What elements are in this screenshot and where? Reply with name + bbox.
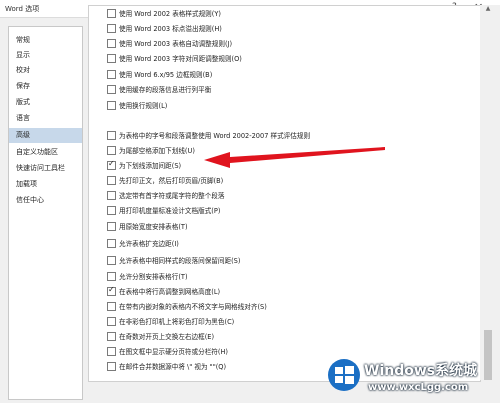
option-row[interactable]: 使用 Word 2002 表格样式规则(Y) (89, 6, 480, 20)
option-label: 允许表格扩充边距(I) (119, 240, 179, 248)
option-checkbox[interactable] (107, 191, 116, 200)
sidebar-item-language[interactable]: 语言 (9, 111, 82, 126)
option-label: 在非彩色打印机上将彩色打印为黑色(C) (119, 318, 235, 326)
sidebar-item-save[interactable]: 保存 (9, 79, 82, 94)
option-label: 在表格中将行高调整到网格高度(L) (119, 288, 221, 296)
option-checkbox[interactable] (107, 9, 116, 18)
option-checkbox[interactable] (107, 24, 116, 33)
option-label: 先打印正文，然后打印页眉/页脚(B) (119, 177, 224, 185)
option-row[interactable]: 用打印机度量标准设计文档版式(P) (89, 203, 480, 217)
option-row[interactable]: 在奇数对开页上交换左右边框(E) (89, 329, 480, 343)
option-checkbox[interactable] (107, 347, 116, 356)
option-row[interactable]: 为下划线添加间距(S) (89, 158, 480, 172)
option-label: 在图文框中显示硬分页符或分栏符(H) (119, 348, 229, 356)
option-row[interactable]: 使用 Word 6.x/95 边框规则(B) (89, 67, 480, 81)
option-label: 为表格中的字号和段落调整使用 Word 2002-2007 样式评估规则 (119, 132, 311, 140)
option-checkbox[interactable] (107, 317, 116, 326)
option-label: 为尾部空格添加下划线(U) (119, 147, 195, 155)
option-label: 使用缓存的段落信息进行列平衡 (119, 86, 212, 94)
option-row[interactable]: 允许表格扩充边距(I) (89, 236, 480, 250)
category-sidebar: 常规 显示 校对 保存 版式 语言 高级 自定义功能区 快速访问工具栏 加载项 … (8, 26, 83, 400)
option-label: 使用换行规则(L) (119, 102, 168, 110)
sidebar-item-layout[interactable]: 版式 (9, 95, 82, 110)
option-checkbox[interactable] (107, 285, 116, 296)
option-row[interactable]: 先打印正文，然后打印页眉/页脚(B) (89, 173, 480, 187)
option-checkbox[interactable] (107, 101, 116, 110)
sidebar-item-label: 校对 (16, 66, 30, 74)
watermark-url: www.wxcLgg.com (368, 382, 469, 393)
option-row[interactable]: 使用 Word 2003 字符对间距调整规则(O) (89, 51, 480, 65)
option-label: 在奇数对开页上交换左右边框(E) (119, 333, 215, 341)
option-checkbox[interactable] (107, 85, 116, 94)
sidebar-item-trust-center[interactable]: 信任中心 (9, 193, 82, 208)
sidebar-item-label: 自定义功能区 (16, 148, 58, 156)
windows-logo-icon (328, 359, 360, 391)
sidebar-item-quick-access-toolbar[interactable]: 快速访问工具栏 (9, 161, 82, 176)
sidebar-item-label: 快速访问工具栏 (16, 164, 65, 172)
option-checkbox[interactable] (107, 131, 116, 140)
sidebar-item-label: 语言 (16, 114, 30, 122)
option-checkbox[interactable] (107, 206, 116, 215)
sidebar-item-add-ins[interactable]: 加载项 (9, 177, 82, 192)
sidebar-item-label: 高级 (16, 131, 30, 139)
option-row[interactable]: 使用 Word 2003 表格自动调整规则(J) (89, 36, 480, 50)
option-label: 用原始宽度安排表格(T) (119, 223, 188, 231)
option-row-underline-trailing-spaces[interactable]: 为尾部空格添加下划线(U) (89, 143, 480, 157)
option-row[interactable]: 使用 Word 2003 标点溢出规则(H) (89, 21, 480, 35)
option-checkbox[interactable] (107, 239, 116, 248)
option-checkbox[interactable] (107, 39, 116, 48)
option-label: 在带有内嵌对象的表格内不将文字与网格线对齐(S) (119, 303, 267, 311)
option-row[interactable]: 为表格中的字号和段落调整使用 Word 2002-2007 样式评估规则 (89, 128, 480, 142)
option-checkbox[interactable] (107, 159, 116, 170)
option-label: 选定带有首字符或尾字符的整个段落 (119, 192, 225, 200)
option-checkbox[interactable] (107, 146, 116, 155)
sidebar-item-proofing[interactable]: 校对 (9, 63, 82, 78)
sidebar-item-label: 信任中心 (16, 196, 44, 204)
sidebar-item-advanced[interactable]: 高级 (9, 128, 82, 143)
scroll-up-arrow-icon[interactable]: ▲ (482, 5, 494, 15)
option-row[interactable]: 使用缓存的段落信息进行列平衡 (89, 82, 480, 96)
scrollbar-track[interactable] (483, 18, 493, 358)
sidebar-item-general[interactable]: 常规 (9, 33, 82, 48)
sidebar-item-label: 版式 (16, 98, 30, 106)
option-label: 允许表格中相同样式的段落间保留间距(S) (119, 257, 241, 265)
advanced-options-panel: 使用 Word 2002 表格样式规则(Y) 使用 Word 2003 标点溢出… (88, 5, 481, 382)
option-checkbox[interactable] (107, 222, 116, 231)
option-checkbox[interactable] (107, 362, 116, 371)
option-label: 允许分割安排表格行(T) (119, 273, 188, 281)
option-label: 用打印机度量标准设计文档版式(P) (119, 207, 221, 215)
scrollbar-thumb[interactable] (484, 330, 492, 380)
option-row[interactable]: 允许表格中相同样式的段落间保留间距(S) (89, 253, 480, 267)
sidebar-item-label: 加载项 (16, 180, 37, 188)
watermark-title: Windows系统城 (364, 363, 478, 379)
option-label: 使用 Word 2003 表格自动调整规则(J) (119, 40, 233, 48)
option-label: 使用 Word 6.x/95 边框规则(B) (119, 71, 213, 79)
option-checkbox[interactable] (107, 70, 116, 79)
option-label: 使用 Word 2003 字符对间距调整规则(O) (119, 55, 242, 63)
sidebar-item-label: 显示 (16, 51, 30, 59)
option-checkbox[interactable] (107, 272, 116, 281)
option-label: 在邮件合并数据源中将 \" 视为 ""(Q) (119, 363, 227, 371)
window-title: Word 选项 (5, 5, 40, 13)
option-row[interactable]: 在非彩色打印机上将彩色打印为黑色(C) (89, 314, 480, 328)
option-label: 为下划线添加间距(S) (119, 162, 182, 170)
option-label: 使用 Word 2002 表格样式规则(Y) (119, 10, 221, 18)
option-row[interactable]: 在图文框中显示硬分页符或分栏符(H) (89, 344, 480, 358)
option-label: 使用 Word 2003 标点溢出规则(H) (119, 25, 222, 33)
option-checkbox[interactable] (107, 54, 116, 63)
option-row[interactable]: 在带有内嵌对象的表格内不将文字与网格线对齐(S) (89, 299, 480, 313)
option-row[interactable]: 允许分割安排表格行(T) (89, 269, 480, 283)
option-row[interactable]: 使用换行规则(L) (89, 98, 480, 112)
option-row[interactable]: 在表格中将行高调整到网格高度(L) (89, 284, 480, 298)
sidebar-item-customize-ribbon[interactable]: 自定义功能区 (9, 145, 82, 160)
option-row[interactable]: 用原始宽度安排表格(T) (89, 219, 480, 233)
option-checkbox[interactable] (107, 256, 116, 265)
option-checkbox[interactable] (107, 332, 116, 341)
sidebar-item-display[interactable]: 显示 (9, 48, 82, 63)
sidebar-item-label: 常规 (16, 36, 30, 44)
sidebar-item-label: 保存 (16, 82, 30, 90)
option-checkbox[interactable] (107, 176, 116, 185)
option-checkbox[interactable] (107, 302, 116, 311)
option-row[interactable]: 选定带有首字符或尾字符的整个段落 (89, 188, 480, 202)
